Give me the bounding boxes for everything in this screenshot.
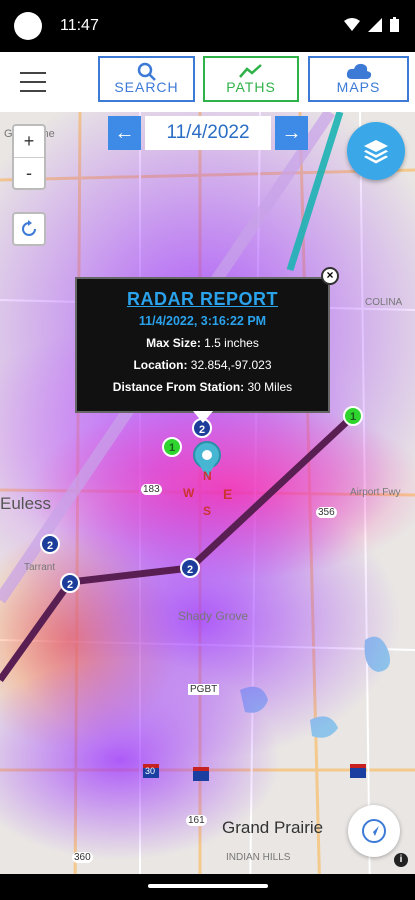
locate-button[interactable] <box>348 805 400 857</box>
storm-marker[interactable]: 2 <box>180 558 200 578</box>
home-indicator[interactable] <box>148 884 268 888</box>
map-label-tarrant: Tarrant <box>24 562 56 573</box>
distance-label: Distance From Station: <box>112 380 245 394</box>
map-view[interactable]: Euless Shady Grove Grand Prairie INDIAN … <box>0 112 415 900</box>
status-icons <box>344 17 399 32</box>
date-display[interactable]: 11/4/2022 <box>145 116 271 150</box>
storm-marker-green[interactable]: 1 <box>162 437 182 457</box>
status-time: 11:47 <box>60 17 99 34</box>
layers-icon <box>364 140 388 164</box>
battery-icon <box>390 17 399 32</box>
popup-timestamp: 11/4/2022, 3:16:22 PM <box>138 314 267 328</box>
compass-w-label: W <box>183 486 195 500</box>
route-183-shield: 183 <box>141 484 162 495</box>
map-label-airport-fwy: Airport Fwy <box>350 487 401 498</box>
refresh-button[interactable] <box>12 212 46 246</box>
paths-button[interactable]: PATHS <box>203 56 299 102</box>
map-label-indian-hills: INDIAN HILLS <box>226 852 291 863</box>
distance-row: Distance From Station: 30 Miles <box>77 380 328 394</box>
next-date-button[interactable]: → <box>275 116 308 150</box>
prev-date-button[interactable]: ← <box>108 116 141 150</box>
zoom-in-button[interactable]: + <box>14 126 44 158</box>
radar-report-popup: RADAR REPORT 11/4/2022, 3:16:22 PM Max S… <box>75 277 330 423</box>
status-bar: 11:47 <box>0 0 415 52</box>
storm-marker-green[interactable]: 1 <box>343 406 363 426</box>
zoom-out-button[interactable]: - <box>14 158 44 189</box>
map-label-colina: COLINA <box>365 297 403 308</box>
storm-marker[interactable]: 2 <box>40 534 60 554</box>
paths-label: PATHS <box>226 79 276 95</box>
route-356-shield: 356 <box>316 507 337 518</box>
location-row: Location: 32.854,-97.023 <box>77 358 328 372</box>
home-indicator-bar <box>0 874 415 900</box>
location-label: Location: <box>133 358 188 372</box>
layers-button[interactable] <box>347 122 405 180</box>
popup-pointer <box>193 411 213 423</box>
popup-title: RADAR REPORT <box>126 289 278 309</box>
popup-close-button[interactable]: × <box>321 267 339 285</box>
app-bar: SEARCH PATHS MAPS <box>0 52 415 112</box>
location-value: 32.854,-97.023 <box>190 358 272 372</box>
compass-n-label: N <box>203 469 212 483</box>
hamburger-menu-button[interactable] <box>20 72 46 92</box>
refresh-icon <box>22 220 36 236</box>
distance-value: 30 Miles <box>247 380 293 394</box>
zoom-controls: + - <box>12 124 46 190</box>
route-161-shield: 161 <box>186 815 207 826</box>
compass-s-label: S <box>203 504 212 518</box>
maps-button[interactable]: MAPS <box>308 56 409 102</box>
map-label-pgbt: PGBT <box>188 684 220 695</box>
info-icon[interactable]: i <box>394 853 408 867</box>
map-label-shady-grove: Shady Grove <box>178 609 249 623</box>
maps-label: MAPS <box>336 79 381 95</box>
max-size-label: Max Size: <box>146 336 201 350</box>
signal-icon <box>368 17 382 32</box>
wifi-icon <box>344 17 360 31</box>
date-selector: ← 11/4/2022 → <box>108 116 308 150</box>
map-label-euless: Euless <box>0 494 52 513</box>
max-size-row: Max Size: 1.5 inches <box>77 336 328 350</box>
compass-e-label: E <box>223 486 233 502</box>
storm-marker[interactable]: 2 <box>60 573 80 593</box>
interstate-30-shield: 30 <box>145 766 156 776</box>
map-label-grand-prairie: Grand Prairie <box>222 818 324 837</box>
route-360-shield: 360 <box>72 852 93 863</box>
search-label: SEARCH <box>114 79 179 95</box>
navigation-arrow-icon <box>362 819 386 843</box>
search-button[interactable]: SEARCH <box>98 56 195 102</box>
notification-dot-icon <box>14 12 42 40</box>
max-size-value: 1.5 inches <box>204 336 259 350</box>
